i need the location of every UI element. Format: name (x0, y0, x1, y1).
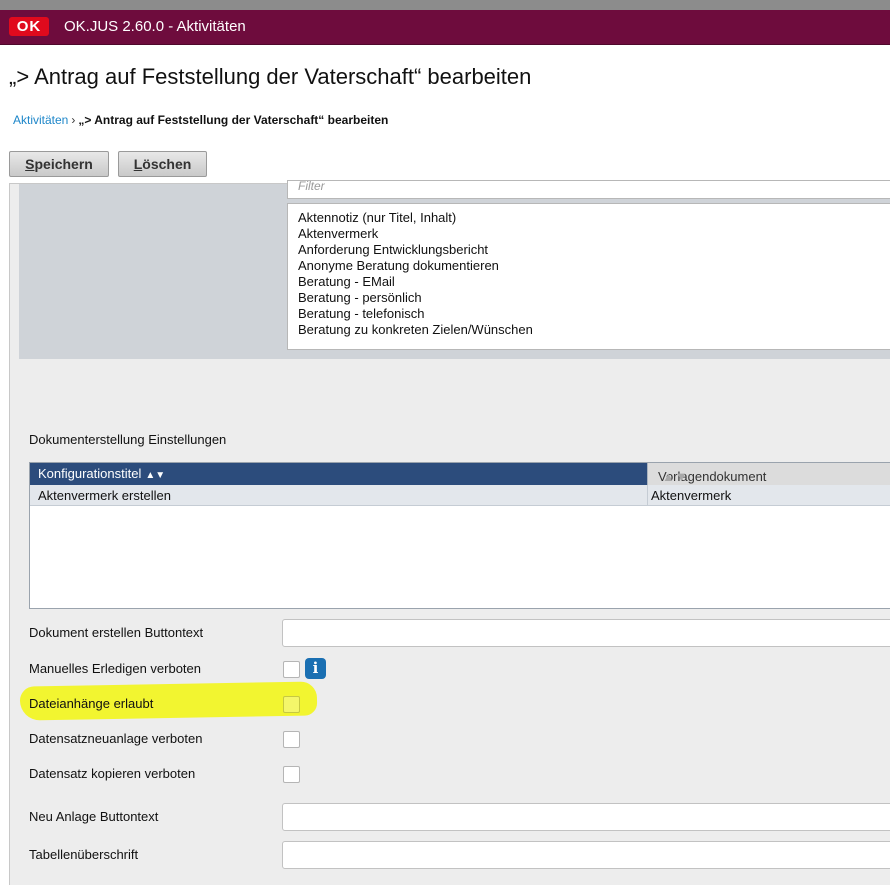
delete-accesskey: L (133, 156, 143, 172)
new-entry-button-text-input[interactable] (282, 803, 890, 831)
doc-button-text-input[interactable] (282, 619, 890, 647)
list-item[interactable]: Aktennotiz (nur Titel, Inhalt) (298, 210, 890, 226)
label-attachments-allowed: Dateianhänge erlaubt (29, 696, 154, 711)
sort-arrows-icon: ▲▼ (145, 470, 166, 481)
list-item[interactable]: Beratung - telefonisch (298, 306, 890, 322)
template-listbox[interactable]: Aktennotiz (nur Titel, Inhalt) Aktenverm… (287, 203, 890, 350)
label-new-entry-button-text: Neu Anlage Buttontext (29, 809, 159, 824)
delete-label: öschen (142, 156, 192, 172)
page-title: „> Antrag auf Feststellung der Vaterscha… (9, 64, 532, 89)
list-item[interactable]: Beratung - EMail (298, 274, 890, 290)
app-title: OK.JUS 2.60.0 - Aktivitäten (64, 18, 246, 35)
list-item[interactable]: Aktenvermerk (298, 226, 890, 242)
column-header-konfigurationstitel[interactable]: Konfigurationstitel ▲▼ (38, 466, 165, 481)
doc-settings-title: Dokumenterstellung Einstellungen (29, 432, 227, 447)
column-divider (647, 485, 648, 505)
form-content: Filter Aktennotiz (nur Titel, Inhalt) Ak… (9, 179, 890, 885)
table-row[interactable]: Aktenvermerk erstellen Aktenvermerk (30, 485, 890, 506)
table-cell-template: Aktenvermerk (651, 488, 732, 503)
label-manual-done-forbidden: Manuelles Erledigen verboten (29, 661, 201, 676)
column-header-label: Konfigurationstitel (38, 466, 142, 481)
app-logo: OK (9, 17, 49, 36)
save-label: peichern (34, 156, 93, 172)
breadcrumb-separator: › (71, 113, 76, 127)
label-new-record-forbidden: Datensatzneuanlage verboten (29, 731, 203, 746)
info-icon[interactable]: i (305, 658, 326, 679)
table-heading-input[interactable] (282, 841, 890, 869)
delete-button[interactable]: Löschen (118, 151, 207, 177)
label-table-heading: Tabellenüberschrift (29, 847, 139, 862)
label-copy-record-forbidden: Datensatz kopieren verboten (29, 766, 196, 781)
list-item[interactable]: Anonyme Beratung dokumentieren (298, 258, 890, 274)
filter-input[interactable]: Filter (287, 179, 890, 199)
breadcrumb-link-aktivitaeten[interactable]: Aktivitäten (13, 113, 68, 127)
attachments-allowed-checkbox[interactable] (283, 696, 300, 713)
copy-record-forbidden-checkbox[interactable] (283, 766, 300, 783)
sort-arrows-icon: ▲▼ (662, 469, 688, 484)
table-cell-title: Aktenvermerk erstellen (38, 488, 171, 503)
manual-done-forbidden-checkbox[interactable] (283, 661, 300, 678)
new-record-forbidden-checkbox[interactable] (283, 731, 300, 748)
window-top-border (0, 0, 890, 10)
breadcrumb: Aktivitäten › „> Antrag auf Feststellung d… (13, 113, 388, 127)
breadcrumb-current: „> Antrag auf Feststellung der Vaterscha… (78, 113, 389, 127)
list-item[interactable]: Beratung - persönlich (298, 290, 890, 306)
table-header: Konfigurationstitel ▲▼ Vorlagendokument ▲▼ (30, 463, 890, 485)
list-item[interactable]: Beratung zu konkreten Zielen/Wünschen (298, 322, 890, 338)
template-selection-panel: Filter Aktennotiz (nur Titel, Inhalt) Ak… (19, 179, 890, 359)
filter-placeholder: Filter (298, 179, 325, 193)
label-doc-button-text: Dokument erstellen Buttontext (29, 625, 204, 640)
doc-settings-table: Konfigurationstitel ▲▼ Vorlagendokument ▲▼… (29, 462, 890, 609)
app-titlebar: OK OK.JUS 2.60.0 - Aktivitäten (0, 10, 890, 45)
save-button[interactable]: Speichern (9, 151, 109, 177)
list-item[interactable]: Anforderung Entwicklungsbericht (298, 242, 890, 258)
column-header-vorlagendokument[interactable]: Vorlagendokument ▲▼ (647, 463, 890, 485)
